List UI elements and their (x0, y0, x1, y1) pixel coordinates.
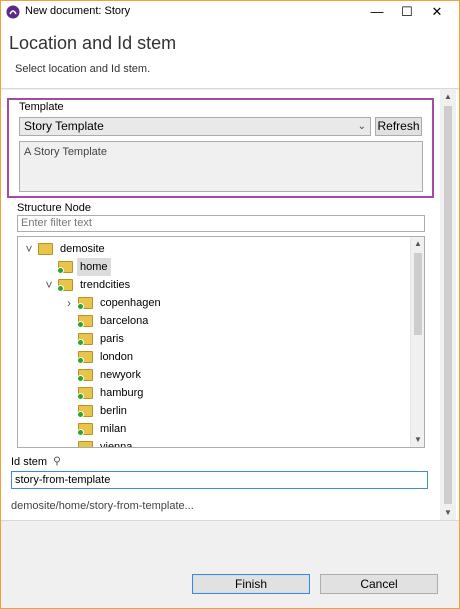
tree-node-barcelona[interactable]: barcelona (18, 312, 408, 330)
status-badge-icon (77, 447, 84, 448)
tree-node-label: london (100, 351, 134, 363)
wizard-footer: Finish Cancel (1, 520, 459, 608)
wizard-content: Template Story Template ⌄ Refresh A Stor… (1, 90, 459, 520)
tree-node-trendcities[interactable]: ˅ trendcities (18, 276, 408, 294)
tree-node-newyork[interactable]: newyork (18, 366, 408, 384)
resulting-path: demosite/home/story-from-template... (11, 500, 194, 512)
tree-node-vienna[interactable]: vienna (18, 438, 408, 448)
tree-scrollbar[interactable]: ▲ ▼ (410, 237, 424, 447)
tree-node-label: newyork (100, 369, 141, 381)
tree-node-label: home (77, 258, 111, 276)
chevron-down-icon: ⌄ (357, 121, 366, 132)
dialog-window: New document: Story — ☐ ✕ Location and I… (0, 0, 460, 609)
tree-node-demosite[interactable]: ˅ demosite (18, 240, 408, 258)
tree-node-label: vienna (100, 441, 133, 448)
scroll-up-icon[interactable]: ▲ (441, 90, 455, 104)
status-badge-icon (57, 267, 64, 274)
maximize-button[interactable]: ☐ (392, 1, 422, 23)
status-badge-icon (77, 339, 84, 346)
folder-icon (77, 423, 93, 436)
tree-node-label: demosite (60, 243, 105, 255)
status-badge-icon (77, 375, 84, 382)
folder-icon (77, 387, 93, 400)
filter-input[interactable]: Enter filter text (17, 215, 425, 232)
tree-node-berlin[interactable]: berlin (18, 402, 408, 420)
folder-icon (77, 315, 93, 328)
folder-icon (77, 405, 93, 418)
tree-node-label: trendcities (80, 279, 131, 291)
tree-node-label: berlin (100, 405, 127, 417)
folder-icon (77, 333, 93, 346)
folder-icon (77, 441, 93, 448)
tree-node-copenhagen[interactable]: › copenhagen (18, 294, 408, 312)
content-scroll-thumb[interactable] (444, 106, 452, 504)
folder-icon (77, 369, 93, 382)
chevron-right-icon[interactable]: › (64, 294, 74, 312)
tree-node-label: hamburg (100, 387, 144, 399)
title-bar: New document: Story — ☐ ✕ (1, 1, 459, 23)
finish-button[interactable]: Finish (192, 574, 310, 594)
tree-node-label: milan (100, 423, 127, 435)
folder-icon (57, 261, 73, 274)
tree-node-london[interactable]: london (18, 348, 408, 366)
folder-icon (77, 351, 93, 364)
status-badge-icon (77, 303, 84, 310)
status-badge-icon (77, 411, 84, 418)
structure-node-label: Structure Node (17, 202, 91, 214)
pin-icon (54, 456, 61, 466)
template-group: Template Story Template ⌄ Refresh A Stor… (7, 98, 434, 198)
cancel-button[interactable]: Cancel (320, 574, 438, 594)
folder-icon (38, 243, 53, 255)
content-scrollbar[interactable]: ▲ ▼ (440, 90, 456, 520)
window-title: New document: Story (25, 5, 131, 17)
idstem-label: Id stem (11, 456, 61, 468)
close-button[interactable]: ✕ (422, 1, 452, 23)
tree-node-label: copenhagen (100, 297, 161, 309)
chevron-down-icon[interactable]: ˅ (44, 276, 54, 294)
tree-scroll-thumb[interactable] (414, 253, 422, 335)
idstem-label-text: Id stem (11, 456, 48, 468)
refresh-button[interactable]: Refresh (375, 117, 422, 136)
scroll-down-icon[interactable]: ▼ (441, 506, 455, 520)
scroll-down-icon[interactable]: ▼ (411, 433, 424, 447)
wizard-header: Location and Id stem Select location and… (1, 23, 459, 89)
page-subtitle: Select location and Id stem. (15, 63, 151, 75)
tree-node-label: barcelona (100, 315, 149, 327)
idstem-input[interactable]: story-from-template (11, 471, 428, 489)
status-badge-icon (77, 357, 84, 364)
scroll-up-icon[interactable]: ▲ (411, 237, 424, 251)
tree-node-label: paris (100, 333, 124, 345)
status-badge-icon (77, 429, 84, 436)
status-badge-icon (57, 285, 64, 292)
tree-node-milan[interactable]: milan (18, 420, 408, 438)
status-badge-icon (77, 393, 84, 400)
chevron-down-icon[interactable]: ˅ (24, 240, 34, 258)
template-label: Template (19, 101, 64, 113)
template-select[interactable]: Story Template ⌄ (19, 117, 371, 136)
status-badge-icon (77, 321, 84, 328)
page-title: Location and Id stem (9, 33, 177, 53)
tree-node-home[interactable]: home (18, 258, 408, 276)
tree-node-hamburg[interactable]: hamburg (18, 384, 408, 402)
app-logo-icon (6, 5, 20, 19)
minimize-button[interactable]: — (362, 1, 392, 23)
template-select-value: Story Template (24, 119, 104, 133)
template-description: A Story Template (19, 141, 423, 192)
folder-icon (57, 279, 73, 292)
structure-tree[interactable]: ˅ demosite home ˅ trendcities › copenhagen barc… (17, 236, 425, 448)
tree-node-paris[interactable]: paris (18, 330, 408, 348)
folder-icon (77, 297, 93, 310)
